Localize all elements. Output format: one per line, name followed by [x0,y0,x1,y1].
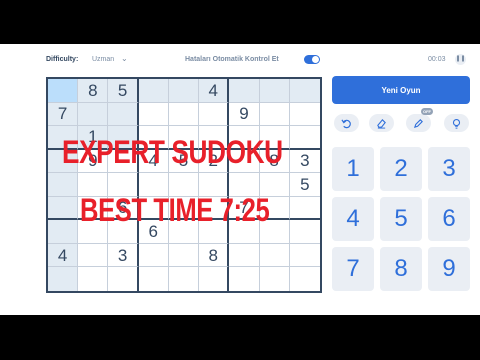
undo-button[interactable] [334,114,359,132]
grid-cell[interactable] [289,220,320,244]
overlay-title: EXPERT SUDOKU [62,134,283,170]
grid-cell[interactable] [290,267,320,291]
grid-cell[interactable] [229,243,260,268]
grid-cell[interactable]: 8 [199,243,230,268]
grid-cell[interactable] [138,102,169,127]
grid-cell[interactable]: 9 [229,102,260,127]
eraser-icon [377,118,386,129]
grid-cell[interactable] [78,267,109,291]
number-button[interactable]: 1 [332,147,374,191]
grid-cell[interactable] [108,102,139,127]
number-button[interactable]: 7 [332,247,374,291]
grid-cell[interactable] [289,244,320,268]
toggle-knob [312,56,319,63]
grid-cell[interactable]: 4 [199,79,230,103]
grid-cell[interactable] [168,243,200,268]
difficulty-label: Difficulty: [46,56,79,63]
grid-cell[interactable] [48,173,79,197]
grid-cell[interactable] [289,126,320,150]
grid-cell[interactable] [48,267,79,291]
number-button[interactable]: 3 [428,147,470,191]
autocheck-toggle[interactable] [304,55,320,64]
number-pad: 123 456 789 [332,147,470,291]
erase-button[interactable] [369,114,394,132]
number-button[interactable]: 8 [380,247,422,291]
difficulty-select[interactable]: Uzman [92,56,114,63]
grid-cell[interactable] [289,79,320,103]
pause-icon[interactable]: ❚❚ [455,54,466,65]
timer: 00:03 [428,56,446,63]
grid-cell[interactable] [199,102,230,127]
grid-cell[interactable] [289,197,320,221]
hint-button[interactable] [444,114,469,132]
new-game-button[interactable]: Yeni Oyun [332,76,470,104]
grid-cell[interactable] [78,102,109,127]
number-button[interactable]: 5 [380,197,422,241]
grid-cell[interactable] [259,79,290,103]
number-button[interactable]: 4 [332,197,374,241]
grid-cell[interactable] [259,102,290,127]
grid-cell[interactable] [169,267,200,291]
grid-cell[interactable] [168,102,200,127]
overlay-best-time: BEST TIME 7:25 [80,192,270,228]
grid-cell[interactable] [229,79,260,103]
grid-cell[interactable] [139,267,169,291]
grid-cell[interactable]: 5 [289,173,320,197]
sudoku-grid: 8547919452835676438 [46,77,322,293]
number-button[interactable]: 6 [428,197,470,241]
game-screen: Difficulty: Uzman ⌄ Hataları Otomatik Ko… [0,44,480,315]
grid-cell[interactable] [108,267,139,291]
grid-cell[interactable] [259,243,290,268]
autocheck-label: Hataları Otomatik Kontrol Et [185,56,279,63]
grid-cell[interactable] [48,220,79,244]
grid-cell[interactable] [168,79,200,103]
grid-cell[interactable]: 3 [289,150,320,174]
grid-cell[interactable] [78,243,109,268]
grid-cell[interactable] [199,267,230,291]
pencil-icon [413,118,423,128]
grid-cell[interactable]: 3 [108,243,139,268]
grid-cell[interactable] [138,79,169,103]
grid-cell[interactable] [48,79,79,103]
notes-button[interactable] [406,114,431,132]
grid-cell[interactable] [229,267,260,291]
grid-cell[interactable]: 8 [78,79,109,103]
grid-cell[interactable] [48,196,79,221]
grid-cell[interactable]: 4 [48,243,79,268]
grid-cell[interactable] [289,103,320,127]
grid-cell[interactable] [138,243,169,268]
grid-cell[interactable]: 7 [48,102,79,127]
grid-cell[interactable]: 5 [108,79,139,103]
grid-cell[interactable] [260,267,290,291]
undo-icon [341,119,351,128]
number-button[interactable]: 9 [428,247,470,291]
notes-off-badge: OFF [421,108,433,115]
chevron-down-icon[interactable]: ⌄ [121,54,128,63]
number-button[interactable]: 2 [380,147,422,191]
lightbulb-icon [452,118,461,129]
